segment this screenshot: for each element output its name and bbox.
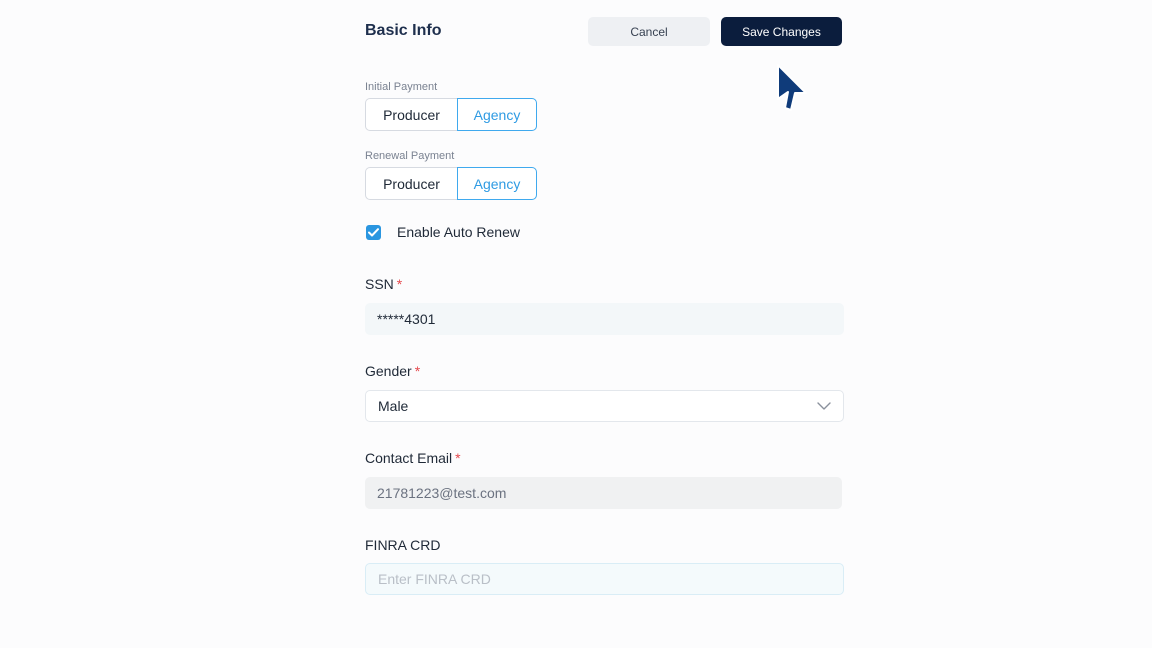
save-changes-button[interactable]: Save Changes <box>721 17 842 46</box>
initial-payment-label: Initial Payment <box>365 81 438 93</box>
contact-email-label-text: Contact Email <box>365 450 453 466</box>
gender-select[interactable]: Male <box>365 390 844 422</box>
checkmark-icon <box>368 228 379 237</box>
initial-payment-toggle: Producer Agency <box>365 98 537 131</box>
chevron-down-icon <box>817 402 831 410</box>
renewal-payment-agency-option[interactable]: Agency <box>457 167 537 200</box>
finra-crd-placeholder: Enter FINRA CRD <box>378 571 491 587</box>
section-title: Basic Info <box>365 22 442 39</box>
auto-renew-label: Enable Auto Renew <box>397 224 520 240</box>
required-asterisk: * <box>396 276 403 292</box>
ssn-value: *****4301 <box>377 311 436 327</box>
ssn-field[interactable]: *****4301 <box>365 303 844 335</box>
initial-payment-producer-option[interactable]: Producer <box>365 98 457 131</box>
finra-crd-label: FINRA CRD <box>365 537 441 553</box>
contact-email-label: Contact Email * <box>365 450 461 467</box>
ssn-label-text: SSN <box>365 276 394 292</box>
required-asterisk: * <box>455 450 461 466</box>
gender-label-text: Gender <box>365 363 412 379</box>
required-asterisk: * <box>414 363 421 379</box>
cancel-button[interactable]: Cancel <box>588 17 710 46</box>
renewal-payment-producer-option[interactable]: Producer <box>365 167 457 200</box>
ssn-label: SSN * <box>365 276 402 293</box>
renewal-payment-label: Renewal Payment <box>365 150 455 162</box>
gender-label: Gender * <box>365 363 420 380</box>
auto-renew-checkbox[interactable] <box>366 225 381 240</box>
mouse-pointer-icon <box>777 64 807 111</box>
finra-crd-input[interactable]: Enter FINRA CRD <box>365 563 844 595</box>
gender-value: Male <box>378 398 409 414</box>
initial-payment-agency-option[interactable]: Agency <box>457 98 537 131</box>
renewal-payment-toggle: Producer Agency <box>365 167 537 200</box>
contact-email-field[interactable]: 21781223@test.com <box>365 477 842 509</box>
contact-email-value: 21781223@test.com <box>377 485 507 501</box>
